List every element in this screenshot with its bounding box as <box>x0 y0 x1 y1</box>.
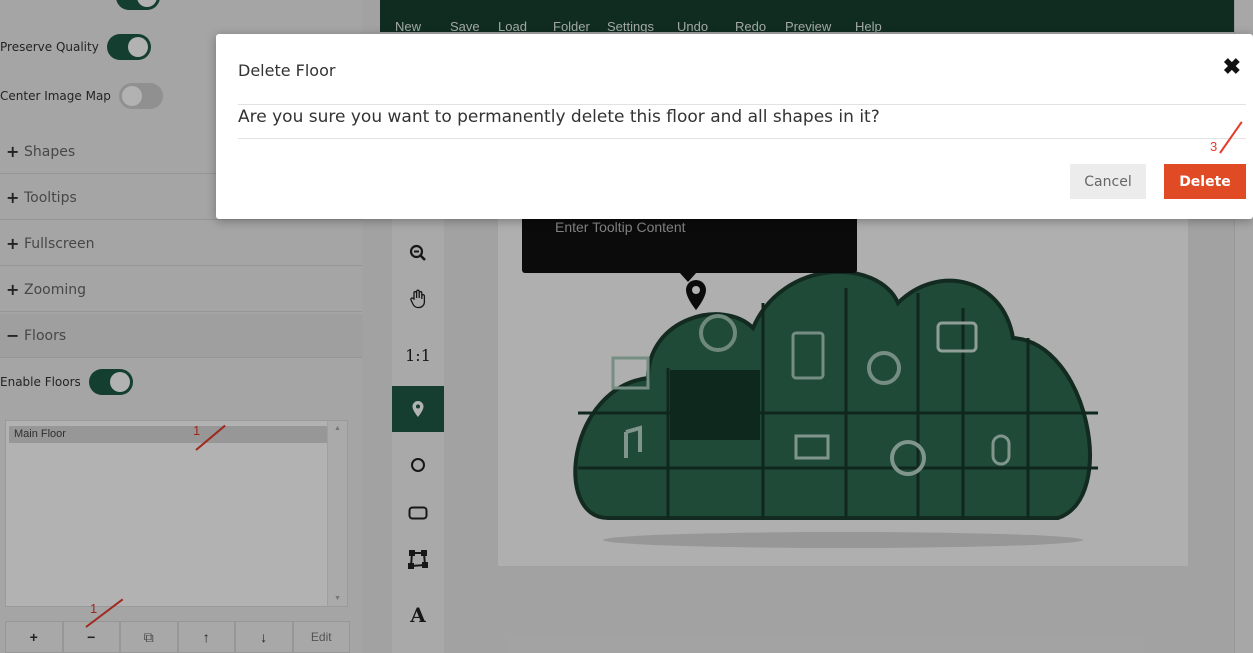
delete-floor-dialog: Delete Floor ✖ Are you sure you want to … <box>216 34 1253 219</box>
cancel-button[interactable]: Cancel <box>1070 164 1146 199</box>
dialog-message: Are you sure you want to permanently del… <box>238 107 880 127</box>
divider <box>238 104 1246 105</box>
close-icon[interactable]: ✖ <box>1223 56 1241 78</box>
divider <box>238 138 1246 139</box>
annotation-step-3: 3 <box>1210 139 1218 154</box>
delete-button[interactable]: Delete <box>1164 164 1246 199</box>
dialog-title: Delete Floor <box>238 61 336 80</box>
